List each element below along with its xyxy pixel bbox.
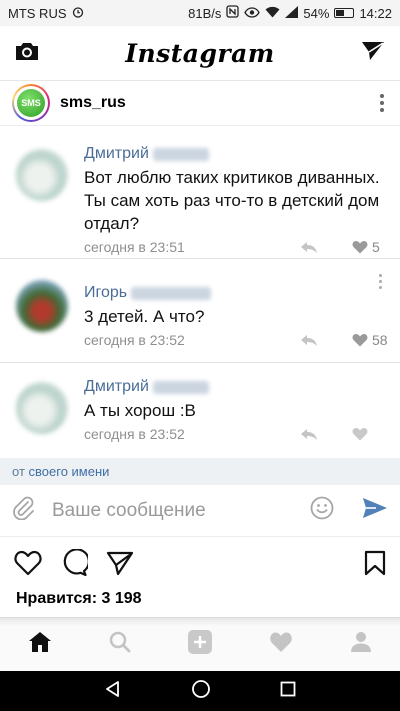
add-post-icon[interactable] bbox=[187, 629, 213, 660]
message-composer bbox=[0, 485, 400, 537]
comment-text: 3 детей. А что? bbox=[84, 307, 205, 326]
share-icon[interactable] bbox=[106, 550, 134, 581]
comment-item: Игорь 3 детей. А что? сегодня в 23:52 58 bbox=[0, 260, 400, 363]
comment-time: сегодня в 23:52 bbox=[84, 332, 185, 348]
heart-icon bbox=[352, 334, 368, 347]
sender-identity: от своего имени bbox=[0, 458, 400, 485]
bottom-tab-bar bbox=[0, 617, 400, 671]
comment-avatar[interactable] bbox=[16, 280, 68, 332]
reply-icon[interactable] bbox=[300, 240, 318, 254]
post-username[interactable]: sms_rus bbox=[60, 94, 126, 112]
heart-icon bbox=[352, 241, 368, 254]
carrier-label: MTS RUS bbox=[8, 5, 67, 21]
redacted-surname bbox=[152, 147, 209, 161]
comment-item: Дмитрий А ты хорош :В сегодня в 23:52 bbox=[0, 364, 400, 458]
profile-icon[interactable] bbox=[350, 631, 372, 658]
search-icon[interactable] bbox=[109, 631, 131, 658]
comment-icon[interactable] bbox=[60, 547, 90, 582]
comment-text: Вот люблю таких критиков диванных. Ты са… bbox=[84, 168, 380, 233]
battery-icon bbox=[334, 8, 355, 18]
back-icon[interactable] bbox=[104, 680, 122, 703]
comment-item: Дмитрий Вот люблю таких критиков диванны… bbox=[0, 127, 400, 259]
like-heart-icon[interactable] bbox=[14, 550, 42, 581]
post-header: SMS sms_rus bbox=[0, 81, 400, 126]
comment-text: А ты хорош :В bbox=[84, 401, 196, 420]
heart-icon bbox=[352, 428, 368, 441]
comment-time: сегодня в 23:51 bbox=[84, 239, 185, 255]
status-bar: MTS RUS 81B/s 54% 14:22 bbox=[0, 0, 400, 26]
redacted-surname bbox=[152, 380, 209, 394]
emoji-icon[interactable] bbox=[310, 496, 334, 525]
more-options-icon[interactable] bbox=[376, 90, 388, 116]
comment-author-name: Игорь bbox=[84, 284, 128, 301]
signal-icon bbox=[285, 5, 299, 21]
like-count: 5 bbox=[372, 239, 380, 255]
home-icon[interactable] bbox=[28, 631, 52, 658]
camera-icon[interactable] bbox=[14, 39, 40, 68]
activity-heart-icon[interactable] bbox=[269, 631, 293, 658]
post-avatar[interactable]: SMS bbox=[12, 84, 50, 122]
comment-time: сегодня в 23:52 bbox=[84, 426, 185, 442]
redacted-surname bbox=[131, 286, 212, 300]
app-header: Instagram bbox=[0, 26, 400, 81]
post-actions bbox=[0, 545, 400, 585]
like-button[interactable]: 5 bbox=[352, 239, 388, 255]
comment-author-name: Дмитрий bbox=[84, 378, 149, 395]
likes-count[interactable]: Нравится: 3 198 bbox=[16, 590, 142, 608]
instagram-logo: Instagram bbox=[125, 38, 275, 68]
eye-icon bbox=[244, 6, 261, 21]
attach-icon[interactable] bbox=[12, 496, 34, 525]
nfc-icon bbox=[226, 5, 240, 21]
message-input[interactable] bbox=[52, 499, 310, 522]
like-button[interactable]: 58 bbox=[352, 332, 388, 348]
bookmark-icon[interactable] bbox=[364, 550, 386, 581]
sms-logo: SMS bbox=[17, 89, 45, 117]
comment-author-name: Дмитрий bbox=[84, 145, 149, 162]
comment-avatar[interactable] bbox=[16, 149, 68, 201]
clock: 14:22 bbox=[359, 5, 392, 21]
comment-avatar[interactable] bbox=[16, 382, 68, 434]
net-speed: 81B/s bbox=[188, 5, 222, 21]
alarm-icon bbox=[72, 6, 84, 21]
sender-prefix: от bbox=[12, 464, 29, 479]
battery-percent: 54% bbox=[303, 5, 330, 21]
wifi-icon bbox=[265, 6, 280, 21]
comment-author[interactable]: Игорь bbox=[84, 284, 388, 302]
like-button[interactable] bbox=[352, 427, 388, 441]
like-count: 58 bbox=[372, 332, 388, 348]
system-nav-bar bbox=[0, 671, 400, 711]
comment-author[interactable]: Дмитрий bbox=[84, 145, 388, 163]
direct-send-icon[interactable] bbox=[360, 39, 386, 68]
send-message-icon[interactable] bbox=[362, 497, 388, 524]
reply-icon[interactable] bbox=[300, 333, 318, 347]
reply-icon[interactable] bbox=[300, 427, 318, 441]
home-button-icon[interactable] bbox=[191, 679, 211, 704]
sender-identity-link[interactable]: своего имени bbox=[29, 464, 110, 479]
recents-icon[interactable] bbox=[280, 681, 296, 702]
comment-author[interactable]: Дмитрий bbox=[84, 378, 388, 396]
